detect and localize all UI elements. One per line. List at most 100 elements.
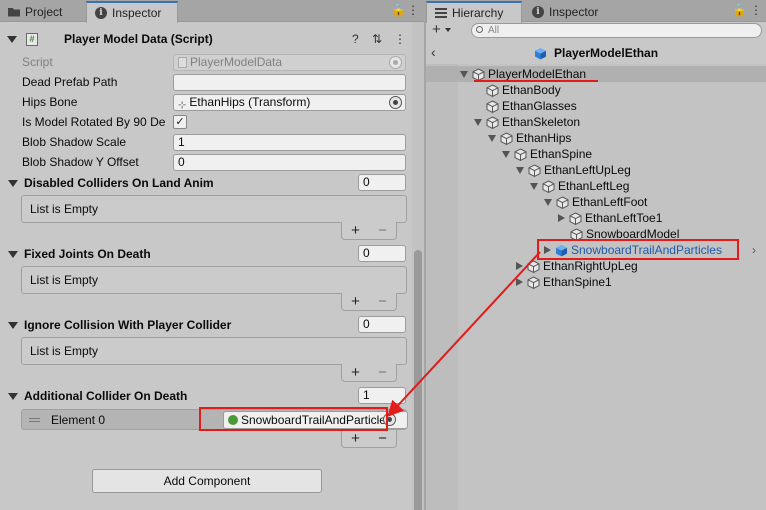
tree-row-ethanlefttoe1[interactable]: EthanLeftToe1 <box>426 210 662 226</box>
scrollbar-thumb[interactable] <box>414 250 422 510</box>
drag-handle-icon[interactable] <box>29 418 40 422</box>
object-picker-icon[interactable] <box>383 413 396 426</box>
add-element-button[interactable]: + <box>351 222 360 239</box>
expand-arrow-icon[interactable] <box>460 70 468 78</box>
tree-row-ethanskeleton[interactable]: EthanSkeleton <box>426 114 580 130</box>
transform-icon: ⊹ <box>178 100 187 111</box>
remove-element-button[interactable]: − <box>378 430 387 447</box>
tab-inspector[interactable]: i Inspector <box>524 1 614 22</box>
disabled-colliders-count[interactable]: 0 <box>358 174 406 191</box>
remove-element-button[interactable]: − <box>378 222 387 239</box>
expand-arrow-icon[interactable] <box>502 150 510 158</box>
tree-row-ethanleftfoot[interactable]: EthanLeftFoot <box>426 194 647 210</box>
tree-row-ethanleftupleg[interactable]: EthanLeftUpLeg <box>426 162 631 178</box>
preset-settings-icon[interactable]: ⇅ <box>372 32 382 46</box>
element-label: Element 0 <box>51 413 106 427</box>
gameobject-cube-icon <box>542 180 555 193</box>
tree-row-ethanspine[interactable]: EthanSpine <box>426 146 592 162</box>
info-icon: i <box>532 5 544 18</box>
fixed-joints-foldout[interactable]: Fixed Joints On Death <box>8 247 151 261</box>
collapsed-arrow-icon[interactable] <box>516 262 523 270</box>
hierarchy-panel: Hierarchy i Inspector 🔒 ⋮ + All ‹ Player… <box>426 0 766 510</box>
right-tabbar: Hierarchy i Inspector 🔒 ⋮ <box>426 0 766 23</box>
blob-y-input[interactable]: 0 <box>173 154 406 171</box>
tree-row-ethanbody[interactable]: EthanBody <box>426 82 561 98</box>
ignore-collision-count[interactable]: 0 <box>358 316 406 333</box>
info-icon: i <box>95 7 107 19</box>
expand-arrow-icon[interactable] <box>488 134 496 142</box>
help-icon[interactable]: ? <box>352 32 359 46</box>
remove-element-button[interactable]: − <box>378 364 387 381</box>
collapsed-arrow-icon[interactable] <box>516 278 523 286</box>
tree-row-ethanglasses[interactable]: EthanGlasses <box>426 98 577 114</box>
script-field: PlayerModelData <box>173 54 406 71</box>
add-element-button[interactable]: + <box>351 430 360 447</box>
list-plus-minus: + − <box>341 430 397 448</box>
gameobject-icon <box>228 415 238 425</box>
create-button[interactable]: + <box>432 21 441 38</box>
hips-bone-label: Hips Bone <box>22 95 78 109</box>
tab-inspector[interactable]: i Inspector <box>86 1 178 23</box>
tab-project[interactable]: Project <box>0 1 84 22</box>
tab-hierarchy[interactable]: Hierarchy <box>426 1 522 23</box>
tab-menu-icon[interactable]: ⋮ <box>407 3 419 17</box>
hips-bone-field[interactable]: ⊹ EthanHips (Transform) <box>173 94 406 111</box>
component-menu-icon[interactable]: ⋮ <box>394 32 406 46</box>
remove-element-button[interactable]: − <box>378 293 387 310</box>
gameobject-cube-icon <box>514 148 527 161</box>
tree-row-ethanspine1[interactable]: EthanSpine1 <box>426 274 612 290</box>
disabled-colliders-foldout[interactable]: Disabled Colliders On Land Anim <box>8 176 214 190</box>
tree-row-ethanhips[interactable]: EthanHips <box>426 130 571 146</box>
create-dropdown-icon[interactable] <box>445 28 451 32</box>
list-plus-minus: + − <box>341 222 397 240</box>
ignore-collision-foldout[interactable]: Ignore Collision With Player Collider <box>8 318 231 332</box>
hierarchy-icon <box>435 8 447 18</box>
add-element-button[interactable]: + <box>351 293 360 310</box>
component-header[interactable]: # Player Model Data (Script) ? ⇅ ⋮ <box>0 28 412 50</box>
additional-collider-foldout[interactable]: Additional Collider On Death <box>8 389 187 403</box>
foldout-arrow-icon[interactable] <box>7 35 17 43</box>
element-object-field[interactable]: SnowboardTrailAndParticles <box>223 411 408 429</box>
tree-row-ethanrightupleg[interactable]: EthanRightUpLeg <box>426 258 638 274</box>
prefab-cube-icon <box>555 244 568 257</box>
add-component-button[interactable]: Add Component <box>92 469 322 493</box>
expand-arrow-icon[interactable] <box>516 166 524 174</box>
tab-menu-icon[interactable]: ⋮ <box>750 3 762 17</box>
blob-scale-label: Blob Shadow Scale <box>22 135 127 149</box>
highlight-underline <box>474 80 598 82</box>
rotated-label: Is Model Rotated By 90 De <box>22 115 166 129</box>
object-picker-icon[interactable] <box>389 96 402 109</box>
fixed-joints-count[interactable]: 0 <box>358 245 406 262</box>
script-label: Script <box>22 55 53 69</box>
folder-icon <box>8 8 20 17</box>
lock-icon[interactable]: 🔒 <box>732 3 747 17</box>
expand-arrow-icon[interactable] <box>530 182 538 190</box>
inspector-panel: Project i Inspector 🔒 ⋮ # Player Model D… <box>0 0 424 510</box>
list-plus-minus: + − <box>341 293 397 311</box>
ignore-collision-list: List is Empty <box>21 337 407 365</box>
hierarchy-search-input[interactable]: All <box>471 23 762 38</box>
inspector-scrollbar[interactable] <box>412 22 424 510</box>
additional-collider-count[interactable]: 1 <box>358 387 406 404</box>
hierarchy-toolbar: + All <box>426 21 766 39</box>
add-element-button[interactable]: + <box>351 364 360 381</box>
lock-icon[interactable]: 🔒 <box>391 3 406 17</box>
collapsed-arrow-icon[interactable] <box>558 214 565 222</box>
fixed-joints-list: List is Empty <box>21 266 407 294</box>
gameobject-cube-icon <box>527 276 540 289</box>
back-chevron-icon[interactable]: ‹ <box>431 44 436 60</box>
open-prefab-chevron-icon[interactable]: › <box>752 243 756 257</box>
tree-row-ethanleftleg[interactable]: EthanLeftLeg <box>426 178 629 194</box>
tree-row-snowboardmodel[interactable]: SnowboardModel <box>426 226 679 242</box>
blob-scale-input[interactable]: 1 <box>173 134 406 151</box>
expand-arrow-icon[interactable] <box>474 118 482 126</box>
gameobject-cube-icon <box>486 116 499 129</box>
script-icon: # <box>26 32 38 46</box>
dead-prefab-input[interactable] <box>173 74 406 91</box>
tree-row-snowboardtrailandparticles[interactable]: SnowboardTrailAndParticles <box>426 242 722 258</box>
prefab-cube-icon <box>534 47 547 60</box>
rotated-checkbox[interactable]: ✓ <box>173 115 187 129</box>
collapsed-arrow-icon[interactable] <box>544 246 551 254</box>
expand-arrow-icon[interactable] <box>544 198 552 206</box>
object-picker-icon <box>389 56 402 69</box>
